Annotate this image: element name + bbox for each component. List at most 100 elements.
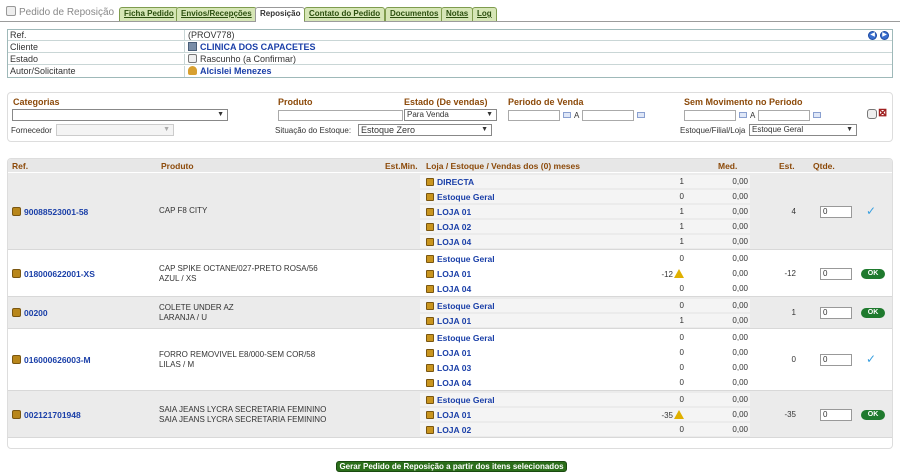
product-box-icon (12, 268, 21, 278)
estoque-filial-select[interactable]: Estoque Geral ▼ (749, 124, 857, 136)
qtde-input[interactable]: 0 (820, 408, 852, 421)
periodo-fim-input[interactable] (582, 110, 634, 121)
estado-row: Estado Rascunho (a Confirmar) (8, 54, 892, 65)
table-row: 016000626003-M FORRO REMOVIVEL E8/000-SEM… (8, 329, 892, 391)
cliente-value[interactable]: CLINICA DOS CAPACETES (188, 42, 316, 53)
store-qty: 0 (679, 192, 684, 201)
periodo-a-label: A (574, 111, 580, 120)
store-link[interactable]: LOJA 04 (426, 284, 471, 294)
sem-movimento-label: Sem Movimento no Periodo (684, 97, 803, 107)
product-ref-link[interactable]: 00200 (12, 308, 48, 318)
qtde-input[interactable]: 0 (820, 267, 852, 280)
fornecedor-select[interactable]: ▼ (56, 124, 174, 136)
estado-vendas-select[interactable]: Para Venda ▼ (404, 109, 497, 121)
store-link[interactable]: LOJA 01 (426, 269, 471, 279)
fornecedor-label: Fornecedor (11, 126, 52, 135)
product-line-1: FORRO REMOVIVEL E8/000-SEM COR/58 (159, 350, 316, 359)
store-link[interactable]: LOJA 02 (426, 425, 471, 435)
sem-mov-fim-input[interactable] (758, 110, 810, 121)
categorias-select[interactable]: ▼ (12, 109, 228, 121)
store-link[interactable]: DIRECTA (426, 177, 474, 187)
store-box-icon (426, 411, 434, 419)
tab-envios-recepcoes[interactable]: Envios/Recepções (176, 7, 257, 21)
store-med: 0,00 (732, 192, 748, 201)
store-link[interactable]: Estoque Geral (426, 301, 495, 311)
tab-reposicao[interactable]: Reposição (255, 7, 306, 22)
sem-mov-inicio-input[interactable] (684, 110, 736, 121)
store-row: Estoque Geral 0 0,00 (420, 189, 760, 204)
periodo-inicio-input[interactable] (508, 110, 560, 121)
tab-documentos[interactable]: Documentos (385, 7, 444, 21)
prev-arrow-icon[interactable]: ◀ (868, 31, 877, 40)
checkmark-icon[interactable]: ✓ (866, 352, 876, 366)
store-link[interactable]: LOJA 03 (426, 363, 471, 373)
stock-total: 1 (791, 308, 796, 317)
store-row: LOJA 01 1 0,00 (420, 204, 760, 219)
product-description: FORRO REMOVIVEL E8/000-SEM COR/58 LILAS /… (159, 350, 315, 370)
product-ref-link[interactable]: 90088523001-58 (12, 206, 88, 217)
product-box-icon (12, 308, 21, 317)
calendar-icon[interactable] (563, 112, 571, 118)
clear-filter-icon[interactable]: ⊠ (878, 108, 887, 119)
calendar-icon[interactable] (637, 112, 645, 118)
store-row: LOJA 01 0 0,00 (420, 345, 760, 360)
store-link[interactable]: LOJA 01 (426, 316, 471, 326)
autor-value[interactable]: Alcislei Menezes (188, 66, 272, 77)
qtde-input[interactable]: 0 (820, 205, 852, 218)
checkmark-icon[interactable]: ✓ (866, 204, 876, 218)
produto-input[interactable] (278, 110, 403, 121)
warning-icon (674, 410, 684, 419)
store-link[interactable]: Estoque Geral (426, 254, 495, 264)
store-qty: 0 (679, 301, 684, 310)
stock-total: -12 (784, 268, 796, 278)
store-row: DIRECTA 1 0,00 (420, 174, 760, 189)
product-ref-link[interactable]: 018000622001-XS (12, 268, 95, 279)
product-line-1: CAP F8 CITY (159, 205, 208, 215)
store-link[interactable]: LOJA 04 (426, 237, 471, 247)
store-med: 0,00 (732, 177, 748, 186)
product-ref-link[interactable]: 016000626003-M (12, 355, 91, 365)
store-link[interactable]: LOJA 01 (426, 348, 471, 358)
store-med: 0,00 (732, 410, 748, 419)
store-link[interactable]: Estoque Geral (426, 333, 495, 343)
gerar-pedido-button[interactable]: Gerar Pedido de Reposição a partir dos i… (336, 461, 567, 472)
qtde-input[interactable]: 0 (820, 354, 852, 366)
tab-contato-do-pedido[interactable]: Contato do Pedido (304, 7, 386, 21)
chevron-down-icon: ▼ (481, 126, 488, 133)
store-link[interactable]: LOJA 01 (426, 207, 471, 217)
col-med: Med. (718, 161, 738, 171)
next-arrow-icon[interactable]: ▶ (880, 31, 889, 40)
store-med: 0,00 (732, 395, 748, 404)
tab-log[interactable]: Log (472, 7, 497, 21)
search-toggle-icon[interactable] (867, 109, 877, 119)
filter-panel: Categorias ▼ Produto Estado (De vendas) … (7, 92, 893, 142)
ok-button[interactable]: OK (861, 268, 885, 279)
col-loja: Loja / Estoque / Vendas dos (0) meses (426, 161, 580, 171)
situacao-estoque-select[interactable]: Estoque Zero ▼ (358, 124, 492, 136)
store-link[interactable]: Estoque Geral (426, 395, 495, 405)
calendar-icon[interactable] (813, 112, 821, 118)
autor-label: Autor/Solicitante (8, 66, 185, 77)
store-box-icon (426, 349, 434, 357)
store-box-icon (426, 285, 434, 293)
building-icon (188, 42, 197, 51)
store-box-icon (426, 379, 434, 387)
store-qty: 0 (679, 363, 684, 372)
table-row: 00200 COLETE UNDER AZ LARANJA / U Estoque G… (8, 297, 892, 329)
store-link[interactable]: Estoque Geral (426, 192, 495, 202)
store-row: LOJA 02 1 0,00 (420, 219, 760, 234)
store-link[interactable]: LOJA 04 (426, 378, 471, 388)
ok-button[interactable]: OK (861, 308, 885, 318)
warning-icon (674, 269, 684, 278)
store-row: LOJA 01 -35 0,00 (420, 407, 760, 422)
calendar-icon[interactable] (739, 112, 747, 118)
tab-ficha-pedido[interactable]: Ficha Pedido (119, 7, 179, 21)
tab-notas[interactable]: Notas (441, 7, 474, 21)
store-link[interactable]: LOJA 02 (426, 222, 471, 232)
qtde-input[interactable]: 0 (820, 307, 852, 319)
store-qty: 0 (679, 395, 684, 404)
store-link[interactable]: LOJA 01 (426, 410, 471, 420)
ok-button[interactable]: OK (861, 409, 885, 420)
estado-vendas-label: Estado (De vendas) (404, 97, 488, 107)
product-ref-link[interactable]: 002121701948 (12, 409, 81, 420)
